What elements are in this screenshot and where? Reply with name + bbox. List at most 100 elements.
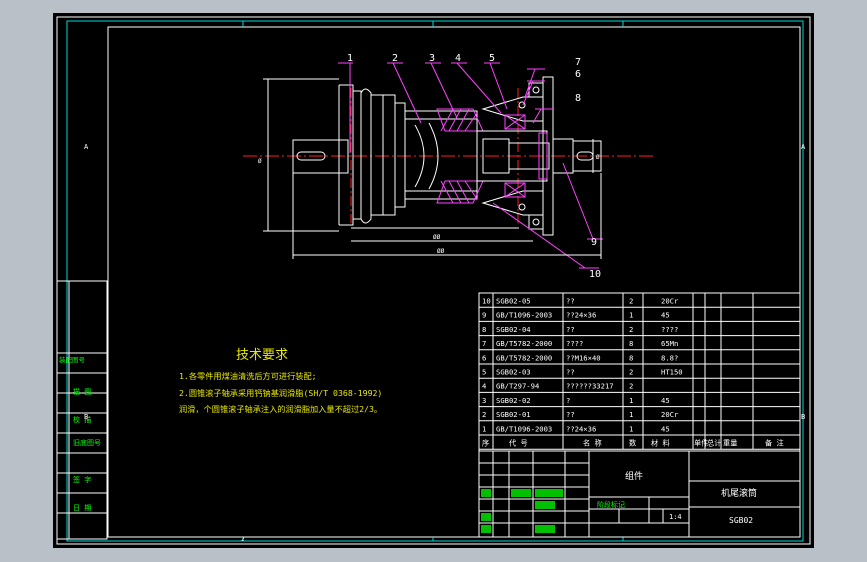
bom-cell-code: SGB02-01 (496, 410, 531, 419)
edge-mark-bottom: 2 (241, 536, 245, 543)
bom-cell-qty: 2 (629, 297, 633, 306)
bom-header-name: 名 称 (583, 439, 602, 448)
bom-cell-qty: 8 (629, 353, 633, 362)
strip-item: 旧底图号 (73, 438, 101, 447)
tech-title: 技术要求 (236, 348, 288, 363)
bom-cell-qty: 1 (629, 311, 633, 320)
part-label: 3 (429, 53, 435, 64)
part-label: 4 (455, 53, 461, 64)
part-label: 5 (489, 53, 495, 64)
bom-cell-no: 6 (482, 353, 486, 362)
title-scale: 1:4 (669, 513, 682, 521)
bom-cell-code: SGB02-03 (496, 368, 531, 377)
left-strip: 装配图号 描 图 校 描 旧底图号 签 字 日 期 (56, 280, 108, 540)
strip-item: 装配图号 (59, 355, 86, 364)
bom-cell-mat: 20Cr (661, 410, 679, 419)
bom-cell-qty: 1 (629, 410, 633, 419)
bom-cell-mat: 65Mn (661, 339, 678, 348)
title-block: 组件 机尾滚筒 SGB02 阶段标记 1:4 (478, 450, 801, 538)
bom-cell-no: 2 (482, 410, 486, 419)
title-group: 组件 (625, 470, 643, 482)
dim-text: Ø (258, 158, 262, 165)
bom-cell-code: GB/T5782-2000 (496, 339, 552, 348)
edge-mark-right-a: A (801, 143, 806, 151)
bom-cell-qty: 8 (629, 339, 633, 348)
bom-cell-name: ??????33217 (566, 382, 614, 391)
bom-cell-name: ?? (566, 368, 575, 377)
outer-border (56, 16, 811, 545)
part-label: 7 (575, 57, 581, 68)
bom-header-total: 总计 (707, 439, 721, 448)
title-drawing-no: SGB02 (729, 516, 753, 525)
bom-cell-mat: 8.8? (661, 353, 678, 362)
bom-cell-name: ??24×36 (566, 311, 596, 320)
tech-line: 1.各零件用煤油清洗后方可进行装配; (179, 371, 317, 381)
cyan-frame (66, 20, 804, 542)
part-label: 9 (591, 237, 597, 248)
part-label: 2 (392, 53, 398, 64)
dim-text: ØØ (437, 248, 445, 255)
bom-header-remark: 备 注 (765, 439, 784, 448)
bom-cell-mat: 45 (661, 311, 670, 320)
tech-line: 润滑，个圆锥滚子轴承注入的润滑脂加入量不超过2/3。 (179, 404, 382, 414)
bom-cell-code: GB/T5782-2000 (496, 353, 552, 362)
part-label: 10 (589, 269, 601, 280)
bom-cell-name: ?? (566, 325, 575, 334)
part-label: 6 (575, 69, 581, 80)
bom-cell-no: 5 (482, 368, 486, 377)
assembly-view: 1 2 3 4 5 6 7 8 9 10 Ø Ø ØØ ØØ (243, 53, 653, 280)
bom-cell-code: SGB02-04 (496, 325, 531, 334)
bom-header-mat: 材 料 (651, 439, 670, 448)
bom-cell-no: 4 (482, 382, 486, 391)
bom-cell-no: 10 (482, 297, 491, 306)
bom-cell-no: 7 (482, 339, 486, 348)
bom-cell-no: 8 (482, 325, 486, 334)
bom-cell-mat: ???? (661, 325, 678, 334)
bom-cell-code: GB/T297-94 (496, 382, 539, 391)
bom-cell-qty: 2 (629, 325, 633, 334)
bom-header-weight: 重量 (723, 439, 737, 448)
bom-header-qty: 数 (629, 439, 636, 448)
edge-mark-left-a: A (84, 143, 89, 151)
bom-cell-qty: 2 (629, 368, 633, 377)
tech-line: 2.圆锥滚子轴承采用钙钠基润滑脂(SH/T 0368-1992) (179, 388, 382, 398)
title-name: 机尾滚筒 (721, 487, 757, 499)
bom-header-no: 序 (482, 439, 489, 448)
bom-table: 10 SGB02-05?? 2 20Cr 9 GB/T1096-2003 ??24×36 1 4… (478, 292, 801, 452)
bom-cell-code: GB/T1096-2003 (496, 311, 552, 320)
bom-cell-name: ???? (566, 339, 583, 348)
bom-cell-code: SGB02-02 (496, 396, 531, 405)
strip-item: 描 图 (73, 387, 91, 396)
title-stage: 阶段标记 (597, 500, 625, 509)
bom-cell-qty: 2 (629, 382, 633, 391)
tech-requirements: 技术要求 1.各零件用煤油清洗后方可进行装配; 2.圆锥滚子轴承采用钙钠基润滑脂… (179, 348, 382, 414)
strip-item: 校 描 (73, 415, 91, 424)
edge-mark-right-b: B (801, 413, 805, 421)
bom-cell-name: ??M16×40 (566, 353, 601, 362)
dim-text: Ø (596, 154, 600, 161)
drawing-sheet: A B A B 2 装配图号 描 图 校 描 旧底图号 签 字 日 期 1 2 … (53, 13, 814, 548)
part-label: 8 (575, 93, 581, 104)
bom-cell-no: 9 (482, 311, 486, 320)
bom-cell-mat: HT150 (661, 368, 683, 377)
bom-cell-code: SGB02-05 (496, 297, 531, 306)
bom-cell-name: ? (566, 396, 570, 405)
bom-cell-mat: 45 (661, 424, 670, 433)
bom-cell-name: ?? (566, 297, 575, 306)
bom-cell-name: ?? (566, 410, 575, 419)
drawing-canvas: A B A B 2 装配图号 描 图 校 描 旧底图号 签 字 日 期 1 2 … (56, 16, 811, 545)
bom-cell-qty: 1 (629, 396, 633, 405)
part-label: 1 (347, 53, 353, 64)
dim-text: ØØ (433, 234, 441, 241)
bom-cell-name: ??24×36 (566, 424, 596, 433)
strip-item: 签 字 (73, 475, 91, 484)
inner-frame (107, 26, 801, 538)
strip-item: 日 期 (73, 504, 91, 512)
bom-header-code: 代 号 (509, 439, 528, 448)
bom-cell-mat: 20Cr (661, 297, 679, 306)
bom-cell-mat: 45 (661, 396, 670, 405)
bom-cell-no: 1 (482, 424, 486, 433)
bom-cell-code: GB/T1096-2003 (496, 424, 552, 433)
bom-cell-qty: 1 (629, 424, 633, 433)
bom-cell-no: 3 (482, 396, 486, 405)
